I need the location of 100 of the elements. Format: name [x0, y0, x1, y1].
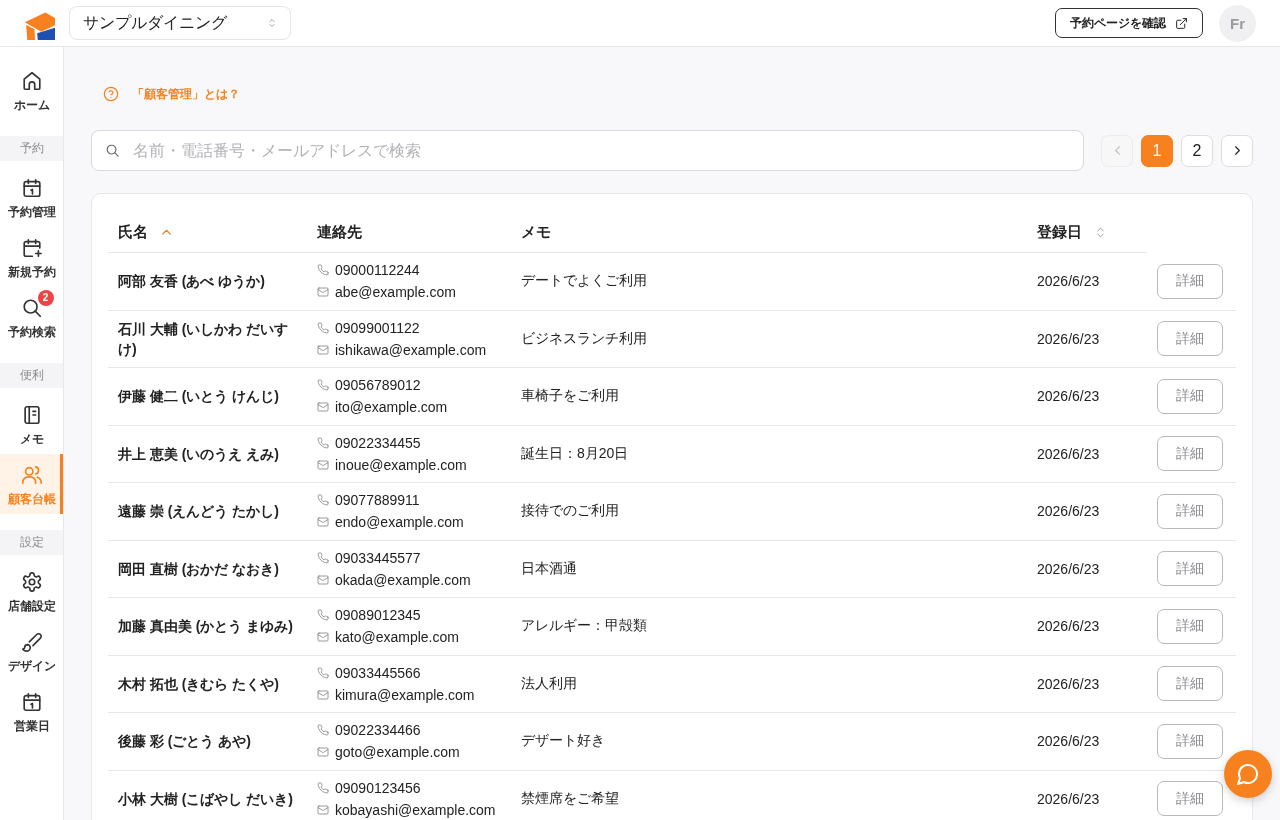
mail-icon	[317, 401, 329, 414]
phone-number: 09033445577	[335, 548, 421, 568]
memo-text: 接待でのご利用	[521, 502, 619, 519]
phone-icon	[317, 609, 329, 622]
users-icon	[20, 464, 43, 486]
memo-text: デートでよくご利用	[521, 272, 647, 289]
notification-badge: 2	[37, 290, 54, 306]
help-link[interactable]: 「顧客管理」とは？	[103, 85, 240, 103]
customer-name: 遠藤 崇 (えんどう たかし)	[118, 502, 280, 522]
detail-button[interactable]: 詳細	[1157, 378, 1223, 414]
column-header[interactable]: 氏名	[118, 222, 148, 242]
detail-button[interactable]: 詳細	[1157, 781, 1223, 817]
sidebar-item[interactable]: 新規予約	[0, 227, 63, 287]
preview-page-button[interactable]: 予約ページを確認	[1055, 8, 1203, 38]
memo-text: 日本酒通	[521, 559, 577, 576]
mail-icon	[317, 746, 329, 759]
phone-number: 09022334455	[335, 433, 421, 453]
customer-name: 岡田 直樹 (おかだ なおき)	[118, 559, 280, 579]
email-address: endo@example.com	[335, 513, 464, 533]
email-address: goto@example.com	[335, 743, 460, 763]
detail-button[interactable]: 詳細	[1157, 608, 1223, 644]
next-page-button[interactable]	[1221, 134, 1253, 167]
registration-date: 2026/6/23	[1037, 273, 1100, 290]
detail-button[interactable]: 詳細	[1157, 263, 1223, 299]
sidebar-item[interactable]: デザイン	[0, 621, 63, 681]
mail-icon	[317, 458, 329, 471]
sidebar-item[interactable]: ホーム	[0, 60, 63, 120]
column-header: メモ	[521, 222, 551, 242]
email-address: abe@example.com	[335, 283, 456, 303]
user-avatar[interactable]: Fr	[1219, 4, 1256, 42]
detail-button[interactable]: 詳細	[1157, 723, 1223, 759]
search-icon	[105, 143, 120, 158]
calendar-plus-icon	[20, 237, 43, 259]
detail-button[interactable]: 詳細	[1157, 436, 1223, 472]
phone-number: 09089012345	[335, 606, 421, 626]
sidebar-item[interactable]: 営業日	[0, 681, 63, 741]
mail-icon	[317, 631, 329, 644]
search-field[interactable]: 名前・電話番号・メールアドレスで検索	[91, 130, 1084, 171]
detail-button[interactable]: 詳細	[1157, 551, 1223, 587]
phone-icon	[317, 551, 329, 564]
phone-icon	[317, 724, 329, 737]
external-link-icon	[1175, 16, 1188, 30]
memo-text: 法人利用	[521, 674, 577, 691]
customer-name: 石川 大輔 (いしかわ だいすけ)	[118, 319, 290, 359]
registration-date: 2026/6/23	[1037, 560, 1100, 577]
registration-date: 2026/6/23	[1037, 330, 1100, 347]
phone-number: 09090123456	[335, 778, 421, 798]
email-address: kimura@example.com	[335, 685, 475, 705]
phone-icon	[317, 436, 329, 449]
search-icon	[20, 297, 43, 319]
mail-icon	[317, 286, 329, 299]
detail-button[interactable]: 詳細	[1157, 493, 1223, 529]
email-address: ishikawa@example.com	[335, 340, 487, 360]
customer-name: 小林 大樹 (こばやし だいき)	[118, 789, 294, 809]
page-button[interactable]: 1	[1141, 134, 1173, 167]
email-address: kobayashi@example.com	[335, 800, 496, 820]
sidebar-section-label: 設定	[0, 530, 63, 555]
memo-text: ビジネスランチ利用	[521, 329, 647, 346]
mail-icon	[317, 343, 329, 356]
registration-date: 2026/6/23	[1037, 618, 1100, 635]
calendar-icon	[20, 691, 43, 713]
sidebar-item[interactable]: メモ	[0, 394, 63, 454]
email-address: kato@example.com	[335, 628, 459, 648]
mail-icon	[317, 803, 329, 816]
customer-name: 後藤 彩 (ごとう あや)	[118, 732, 252, 752]
phone-icon	[317, 264, 329, 277]
registration-date: 2026/6/23	[1037, 388, 1100, 405]
detail-button[interactable]: 詳細	[1157, 666, 1223, 702]
mail-icon	[317, 573, 329, 586]
phone-icon	[317, 494, 329, 507]
chat-bubble-icon	[1236, 762, 1260, 786]
chevron-updown-icon	[266, 17, 278, 29]
sidebar-section-label: 予約	[0, 136, 63, 161]
phone-number: 09022334466	[335, 721, 421, 741]
customer-name: 加藤 真由美 (かとう まゆみ)	[118, 617, 294, 637]
registration-date: 2026/6/23	[1037, 445, 1100, 462]
settings-icon	[20, 571, 43, 593]
memo-text: 禁煙席をご希望	[521, 789, 619, 806]
detail-button[interactable]: 詳細	[1157, 321, 1223, 357]
page-button[interactable]: 2	[1181, 134, 1213, 167]
registration-date: 2026/6/23	[1037, 790, 1100, 807]
email-address: okada@example.com	[335, 570, 471, 590]
phone-number: 09033445566	[335, 663, 421, 683]
registration-date: 2026/6/23	[1037, 675, 1100, 692]
store-select[interactable]: サンプルダイニング	[69, 6, 291, 40]
brush-icon	[20, 631, 43, 653]
memo-text: アレルギー：甲殻類	[521, 617, 647, 634]
sidebar-item[interactable]: 顧客台帳	[0, 454, 63, 514]
memo-text: 車椅子をご利用	[521, 387, 619, 404]
sidebar-item[interactable]: 予約管理	[0, 167, 63, 227]
column-header[interactable]: 登録日	[1037, 222, 1082, 242]
help-icon	[103, 86, 119, 102]
phone-number: 09099001122	[335, 318, 420, 338]
home-icon	[20, 70, 43, 92]
sidebar-item[interactable]: 店舗設定	[0, 561, 63, 621]
memo-text: 誕生日：8月20日	[521, 444, 629, 461]
sidebar-section-label: 便利	[0, 363, 63, 388]
phone-number: 09077889911	[335, 491, 420, 511]
registration-date: 2026/6/23	[1037, 503, 1100, 520]
sidebar-item[interactable]: 2 予約検索	[0, 287, 63, 347]
